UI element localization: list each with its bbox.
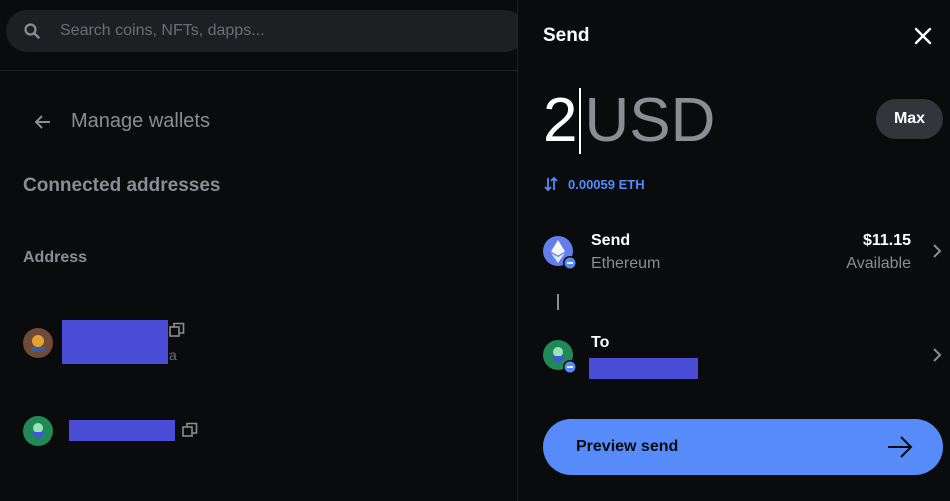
back-button[interactable]: Manage wallets	[33, 110, 210, 133]
back-arrow-icon	[34, 114, 50, 129]
redacted-recipient	[589, 358, 698, 379]
network-name: Ethereum	[591, 255, 661, 272]
redacted-address	[69, 420, 175, 441]
preview-send-label: Preview send	[576, 438, 679, 455]
search-input[interactable]: Search coins, NFTs, dapps...	[6, 10, 526, 52]
connector-line	[557, 294, 559, 310]
to-label: To	[591, 334, 610, 351]
amount-input[interactable]: 2 USD	[543, 88, 715, 154]
preview-send-button[interactable]: Preview send	[543, 419, 943, 475]
search-placeholder: Search coins, NFTs, dapps...	[60, 22, 265, 39]
chevron-right-icon	[933, 348, 942, 362]
header-divider	[0, 70, 517, 71]
swap-icon	[544, 176, 558, 192]
page-title: Manage wallets	[71, 110, 210, 132]
manage-wallets-pane: Search coins, NFTs, dapps... Manage wall…	[0, 0, 526, 501]
conversion-value: 0.00059 ETH	[568, 176, 645, 192]
send-asset-selector[interactable]: Send Ethereum $11.15 Available	[543, 232, 943, 274]
avatar	[23, 328, 53, 358]
copy-icon[interactable]	[182, 422, 198, 438]
recipient-avatar-icon	[543, 340, 577, 374]
recipient-selector[interactable]: To	[543, 334, 943, 380]
text-caret	[579, 88, 582, 154]
column-header-address: Address	[23, 249, 88, 266]
avatar	[23, 416, 53, 446]
redacted-address	[62, 320, 168, 364]
amount-currency: USD	[584, 86, 716, 155]
section-title: Connected addresses	[23, 175, 221, 196]
app-window: Search coins, NFTs, dapps... Manage wall…	[0, 0, 950, 501]
send-label: Send	[591, 232, 631, 249]
panel-title: Send	[543, 25, 590, 46]
send-panel: Send 2 USD Max 0.00059 ETH Send Ethereum…	[517, 0, 950, 501]
address-tail: a	[169, 347, 177, 363]
available-label: Available	[846, 255, 911, 272]
arrow-right-icon	[888, 436, 913, 458]
close-icon[interactable]	[911, 24, 935, 48]
amount-value: 2	[543, 86, 578, 155]
conversion-toggle[interactable]: 0.00059 ETH	[543, 176, 645, 192]
max-button[interactable]: Max	[876, 99, 943, 139]
copy-icon[interactable]	[169, 322, 185, 338]
available-balance: $11.15	[862, 232, 911, 249]
ethereum-icon	[543, 236, 577, 270]
search-icon	[24, 23, 40, 39]
chevron-right-icon	[933, 244, 942, 258]
